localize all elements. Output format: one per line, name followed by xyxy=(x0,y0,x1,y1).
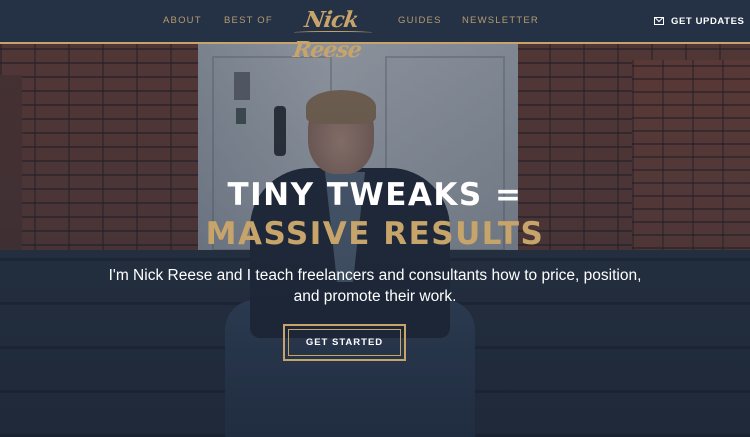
mail-icon xyxy=(654,17,664,25)
get-started-button[interactable]: GET STARTED xyxy=(283,324,406,361)
get-started-label: GET STARTED xyxy=(288,329,401,356)
nav-best-of[interactable]: BEST OF xyxy=(224,15,273,26)
nav-newsletter[interactable]: NEWSLETTER xyxy=(462,15,539,26)
get-updates-link[interactable]: GET UPDATES xyxy=(654,11,744,31)
get-updates-label: GET UPDATES xyxy=(671,15,745,27)
headline-line-2: MASSIVE RESULTS xyxy=(205,216,545,252)
nav-guides[interactable]: GUIDES xyxy=(398,15,442,26)
headline-line-1: TINY TWEAKS = xyxy=(227,177,523,213)
site-header: ABOUT BEST OF Nick Reese GUIDES NEWSLETT… xyxy=(0,0,750,63)
hero-subtitle: I'm Nick Reese and I teach freelancers a… xyxy=(108,267,642,305)
nav-about[interactable]: ABOUT xyxy=(163,15,202,26)
logo-underline-swash xyxy=(294,31,372,34)
